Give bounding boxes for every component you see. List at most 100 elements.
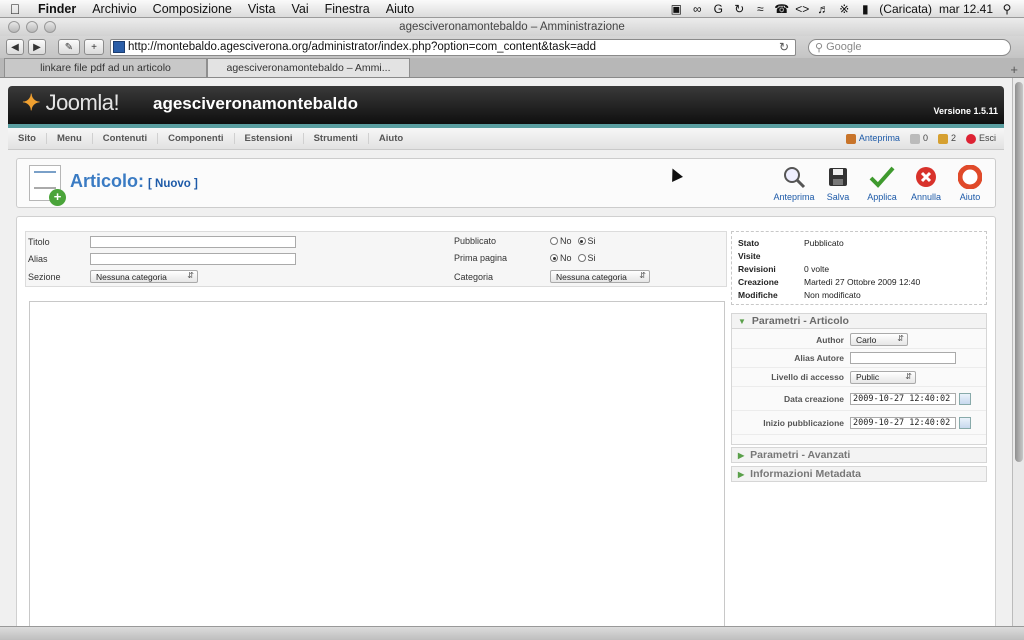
menu-finestra[interactable]: Finestra [317, 2, 378, 16]
access-label: Livello di accesso [771, 372, 844, 382]
menu-estensioni[interactable]: Estensioni [235, 133, 304, 144]
scrollbar-thumb[interactable] [1015, 82, 1023, 462]
address-bar[interactable]: http://montebaldo.agesciverona.org/admin… [110, 38, 796, 56]
published-no-radio[interactable] [550, 237, 558, 245]
category-select[interactable]: Nessuna categoria ⇵ [550, 270, 650, 283]
alias-author-input[interactable] [850, 352, 956, 364]
frontpage-row: Prima pagina No Si [454, 253, 602, 263]
published-yes-label: Si [587, 236, 596, 246]
clock[interactable]: mar 12.41 [939, 2, 993, 16]
apply-button[interactable]: Applica [865, 165, 899, 202]
cs-icon[interactable]: ▣ [669, 2, 683, 16]
frontpage-yes-label: Si [587, 253, 596, 263]
article-params-title: Parametri - Articolo [751, 315, 849, 327]
menu-menu[interactable]: Menu [47, 133, 93, 144]
new-tab-icon[interactable]: + [1010, 62, 1024, 77]
created-input[interactable]: 2009-10-27 12:40:02 [850, 392, 956, 405]
site-name: agesciveronamontebaldo [153, 94, 359, 113]
phone-icon[interactable]: ☎ [774, 2, 789, 16]
alias-input[interactable] [90, 253, 296, 265]
version-label: Versione 1.5.11 [933, 106, 998, 116]
frontpage-yes-radio[interactable] [577, 254, 586, 262]
cancel-button[interactable]: Annulla [909, 165, 943, 202]
joomla-logo: ✦ Joomla! [22, 90, 120, 116]
article-params-toggle[interactable]: ▼ Parametri - Articolo [731, 313, 987, 329]
save-button[interactable]: Salva [821, 165, 855, 202]
messages-link[interactable]: 0 [909, 133, 928, 144]
menu-finder[interactable]: Finder [30, 2, 84, 16]
users-link[interactable]: 2 [937, 133, 956, 144]
access-row: Livello di accesso Public ⇵ [732, 368, 986, 387]
google-icon[interactable]: G [711, 2, 725, 16]
back-button[interactable]: ◀ [6, 39, 24, 55]
joomla-header: ✦ Joomla! agesciveronamontebaldo Version… [8, 86, 1004, 124]
frontpage-label: Prima pagina [454, 253, 508, 263]
calendar-icon[interactable] [959, 392, 971, 405]
menu-aiuto[interactable]: Aiuto [378, 2, 423, 16]
info-row: Visite [738, 251, 804, 261]
author-value: Carlo [856, 334, 877, 345]
published-yes-radio[interactable] [577, 237, 586, 245]
sync-icon[interactable]: ∞ [690, 2, 704, 16]
search-icon: ⚲ [815, 41, 824, 54]
tab-pdf-article[interactable]: linkare file pdf ad un articolo [4, 58, 207, 77]
category-label: Categoria [454, 271, 494, 282]
help-button[interactable]: Aiuto [953, 165, 987, 202]
menu-aiuto-joomla[interactable]: Aiuto [369, 133, 413, 144]
tab-admin[interactable]: agesciveronamontebaldo – Ammi... [207, 58, 410, 77]
help-label: Aiuto [959, 192, 981, 202]
menu-contenuti[interactable]: Contenuti [93, 133, 159, 144]
refresh-status-icon[interactable]: ↻ [732, 2, 746, 16]
logout-label: Esci [978, 133, 996, 144]
content-editor[interactable] [29, 301, 725, 626]
menu-sito[interactable]: Sito [8, 133, 47, 144]
title-input[interactable] [90, 236, 296, 248]
section-select[interactable]: Nessuna categoria ⇵ [90, 270, 198, 283]
menubar-status-area: ▣ ∞ G ↻ ≈ ☎ <> ♬ ※ ▮ (Caricata) mar 12.4… [669, 2, 1024, 16]
advanced-params-toggle[interactable]: ▶ Parametri - Avanzati [731, 447, 987, 463]
alias-label: Alias [28, 254, 48, 264]
logout-link[interactable]: Esci [965, 133, 996, 144]
alias-author-label: Alias Autore [794, 353, 844, 363]
bluetooth-icon[interactable]: ※ [837, 2, 851, 16]
author-select[interactable]: Carlo ⇵ [850, 333, 908, 346]
search-field[interactable]: ⚲ Google [808, 38, 1011, 56]
add-bookmark-button[interactable]: + [84, 39, 104, 55]
spotlight-icon[interactable]: ⚲ [1000, 2, 1014, 16]
window-titlebar: agesciveronamontebaldo – Amministrazione [0, 18, 1024, 36]
reload-icon[interactable]: ↻ [779, 40, 789, 54]
calendar-icon[interactable] [959, 416, 971, 429]
frontpage-no-radio[interactable] [550, 254, 558, 262]
published-no-label: No [560, 236, 572, 246]
article-form: Titolo Alias Sezione Nessuna categoria ⇵ … [16, 216, 996, 626]
edit-bookmark-button[interactable]: ✎ [58, 39, 80, 55]
menu-vista[interactable]: Vista [240, 2, 284, 16]
menu-composizione[interactable]: Composizione [145, 2, 240, 16]
article-params-panel: Author Carlo ⇵ Alias Autore Livello di ac… [731, 329, 987, 445]
published-row: Pubblicato No Si [454, 236, 602, 246]
apple-menu-icon[interactable]:  [0, 1, 30, 17]
info-row: Stato Pubblicato [738, 238, 844, 248]
battery-icon[interactable]: ▮ [858, 2, 872, 16]
mac-menubar:  Finder Archivio Composizione Vista Vai… [0, 0, 1024, 18]
tab-label: linkare file pdf ad un articolo [40, 62, 171, 74]
users-count: 2 [950, 133, 956, 144]
apply-label: Applica [867, 192, 897, 202]
collapsed-arrow-icon: ▶ [738, 469, 745, 479]
volume-icon[interactable]: ♬ [816, 2, 830, 16]
code-icon[interactable]: <> [795, 2, 809, 16]
preview-button[interactable]: Anteprima [773, 165, 815, 202]
menu-vai[interactable]: Vai [283, 2, 316, 16]
forward-button[interactable]: ▶ [28, 39, 46, 55]
menu-archivio[interactable]: Archivio [84, 2, 144, 16]
menu-strumenti[interactable]: Strumenti [304, 133, 369, 144]
wifi-icon[interactable]: ≈ [753, 2, 767, 16]
menu-componenti[interactable]: Componenti [158, 133, 235, 144]
access-select[interactable]: Public ⇵ [850, 370, 916, 384]
page-scrollbar[interactable] [1012, 78, 1024, 626]
info-value: 0 volte [804, 264, 830, 274]
metadata-toggle[interactable]: ▶ Informazioni Metadata [731, 466, 987, 482]
publish-up-input[interactable]: 2009-10-27 12:40:02 [850, 416, 956, 429]
screen:  Finder Archivio Composizione Vista Vai… [0, 0, 1024, 640]
preview-site-link[interactable]: Anteprima [845, 133, 900, 144]
